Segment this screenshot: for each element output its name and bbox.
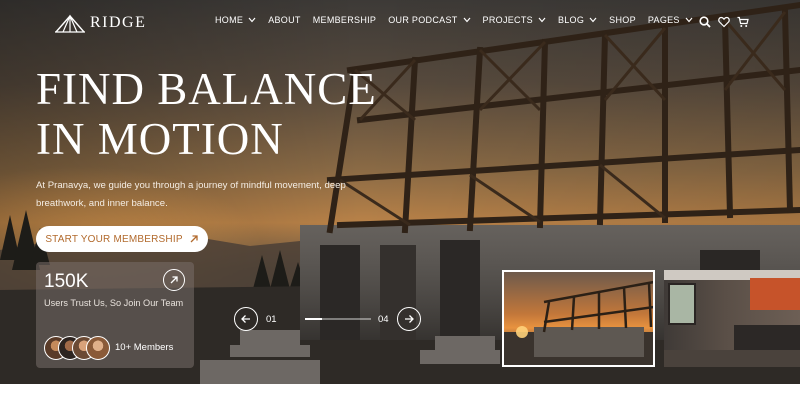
nav-item-projects[interactable]: PROJECTS [483, 15, 546, 25]
nav-item-label: HOME [215, 15, 244, 25]
hero-subtitle: At Pranavya, we guide you through a jour… [36, 180, 346, 209]
nav-item-pages[interactable]: PAGES [648, 15, 693, 25]
nav-item-label: ABOUT [268, 15, 301, 25]
header-actions [699, 16, 756, 28]
nav-item-label: BLOG [557, 15, 585, 25]
nav-item-about[interactable]: ABOUT [268, 15, 301, 25]
slide-progress-fill [305, 318, 322, 320]
headline-line-1: FIND BALANCE [36, 64, 377, 114]
cta-label: START YOUR MEMBERSHIP [45, 233, 183, 245]
arrow-up-right-icon [190, 235, 198, 243]
nav-item-shop[interactable]: SHOP [609, 15, 636, 25]
slide-thumbnail-2[interactable] [664, 270, 800, 367]
arrow-left-icon [241, 315, 250, 323]
brand-name: RIDGE [90, 14, 147, 31]
nav-item-label: SHOP [609, 15, 636, 25]
members-stat: 150K [44, 271, 89, 292]
current-slide-number: 01 [266, 314, 277, 325]
thumbnail-image [664, 270, 800, 367]
chevron-down-icon [538, 17, 546, 23]
nav-item-home[interactable]: HOME [215, 15, 256, 25]
avatar-group [44, 336, 114, 360]
start-membership-button[interactable]: START YOUR MEMBERSHIP [36, 226, 208, 252]
slide-progress-track [305, 318, 371, 320]
member-count: 10+ Members [115, 342, 174, 353]
arrow-right-icon [405, 315, 414, 323]
headline-line-2: IN MOTION [36, 114, 284, 164]
nav-item-label: PROJECTS [482, 15, 533, 25]
nav-item-label: MEMBERSHIP [312, 15, 377, 25]
heart-icon[interactable] [718, 16, 730, 28]
hero-headline: FIND BALANCE IN MOTION [36, 64, 377, 164]
main-menu: HOME ABOUT MEMBERSHIP OUR PODCAST PROJEC… [215, 15, 705, 25]
members-link-button[interactable] [163, 269, 185, 291]
total-slides-number: 04 [378, 314, 389, 325]
thumbnail-image [504, 280, 653, 365]
prev-slide-button[interactable] [234, 307, 258, 331]
slider-controls: 01 04 [234, 307, 424, 332]
search-icon[interactable] [699, 16, 711, 28]
chevron-down-icon [589, 17, 597, 23]
nav-item-our-podcast[interactable]: OUR PODCAST [388, 15, 471, 25]
slide-thumbnail-1[interactable] [502, 270, 655, 367]
hero-section: RIDGE HOME ABOUT MEMBERSHIP OUR PODCAST … [0, 0, 800, 384]
arrow-up-right-icon [170, 276, 178, 284]
tent-icon [55, 14, 85, 33]
members-card: 150K Users Trust Us, So Join Our Team 10… [36, 262, 194, 368]
chevron-down-icon [248, 17, 256, 23]
logo[interactable]: RIDGE [54, 12, 146, 34]
chevron-down-icon [463, 17, 471, 23]
members-text: Users Trust Us, So Join Our Team [44, 298, 184, 308]
cart-icon[interactable] [737, 16, 749, 28]
nav-item-label: OUR PODCAST [388, 15, 458, 25]
nav-item-blog[interactable]: BLOG [558, 15, 597, 25]
nav-item-membership[interactable]: MEMBERSHIP [313, 15, 377, 25]
nav-item-label: PAGES [647, 15, 680, 25]
chevron-down-icon [685, 17, 693, 23]
top-navbar: RIDGE HOME ABOUT MEMBERSHIP OUR PODCAST … [0, 0, 800, 44]
next-slide-button[interactable] [397, 307, 421, 331]
avatar [86, 336, 110, 360]
